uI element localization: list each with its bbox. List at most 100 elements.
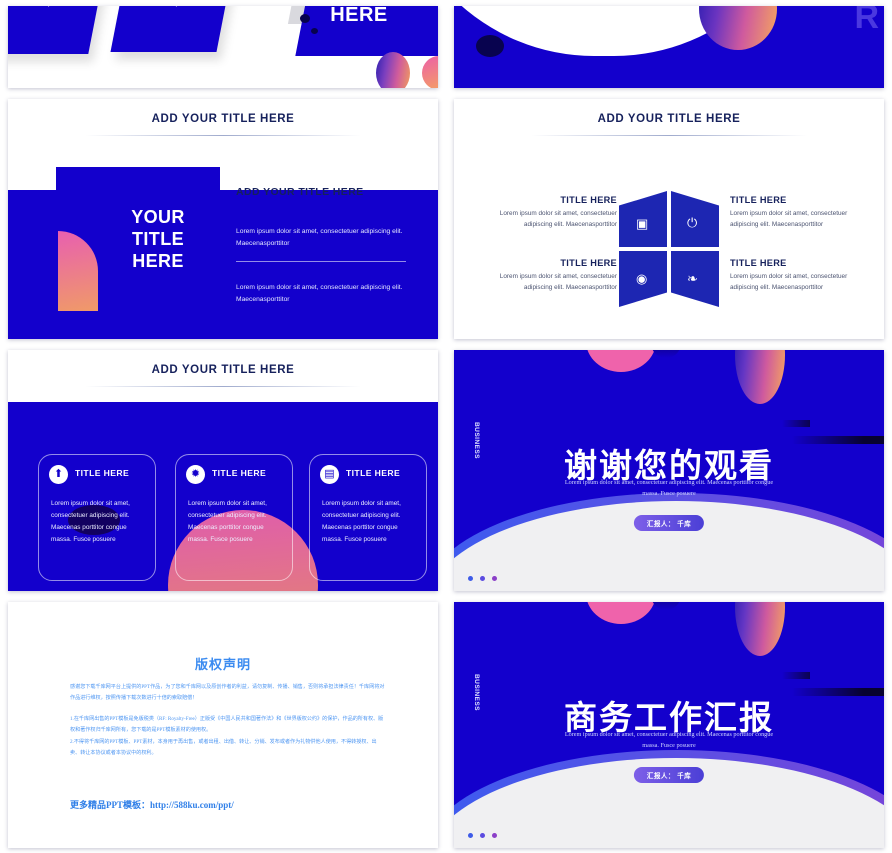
header-divider — [85, 386, 361, 387]
right-paragraph-1: Lorem ipsum dolor sit amet, consectetuer… — [236, 228, 403, 248]
progress-dots[interactable] — [468, 576, 497, 581]
copyright-clause-1: 1.在千库网出售的PPT模板是免版税类（RF: Royalty-Free）正版受… — [70, 715, 384, 734]
slide-cell-1[interactable]: Maecenasporttitor Maecenasporttitor TITL… — [0, 0, 446, 93]
slide-title-line-2: HERE — [330, 6, 388, 26]
progress-dot[interactable] — [468, 833, 473, 838]
dark-blob — [300, 14, 310, 23]
hexagon-graphic: ▣ ⏻ ◉ ❧ — [619, 191, 719, 307]
header-divider — [531, 135, 807, 136]
play-square-icon: ▣ — [636, 216, 649, 231]
globe-icon: ✹ — [186, 465, 205, 484]
slide-thank-you[interactable]: BUSINESS 谢谢您的观看 Lorem ipsum dolor sit am… — [454, 350, 884, 591]
clipboard-icon: ▤ — [320, 465, 339, 484]
power-icon: ⏻ — [687, 215, 698, 230]
slide-cover-title[interactable]: BUSINESS 商务工作汇报 Lorem ipsum dolor sit am… — [454, 602, 884, 848]
hexagon-label-bottom-right: TITLE HERE Lorem ipsum dolor sit amet, c… — [730, 258, 858, 293]
item-body: Lorem ipsum dolor sit amet, consectetuer… — [730, 273, 848, 292]
hexagon-segment-top-right[interactable]: ⏻ — [671, 191, 719, 247]
dark-streak — [782, 420, 810, 427]
item-title: TITLE HERE — [560, 195, 617, 205]
hexagon-segment-bottom-right[interactable]: ❧ — [671, 251, 719, 307]
item-body: Lorem ipsum dolor sit amet, consectetuer… — [730, 210, 848, 229]
dark-streak — [782, 672, 810, 679]
slide-header-title: ADD YOUR TITLE HERE — [597, 113, 741, 125]
more-templates-line[interactable]: 更多精品PPT模板：http://588ku.com/ppt/ — [70, 798, 234, 811]
hexagon-label-top-left: TITLE HERE Lorem ipsum dolor sit amet, c… — [489, 195, 617, 230]
big-title-line-3: HERE — [132, 250, 184, 271]
gradient-sphere — [699, 6, 777, 50]
slide-your-title-here[interactable]: ADD YOUR TITLE HERE YOUR TITLE HERE ADD … — [8, 99, 438, 339]
slide-cell-3[interactable]: ADD YOUR TITLE HERE YOUR TITLE HERE ADD … — [0, 93, 446, 344]
item-title: TITLE HERE — [730, 195, 787, 205]
dark-blob — [476, 35, 504, 57]
slide-copyright-notice[interactable]: 版权声明 感谢您下载千库网平台上提供的PPT作品，为了您和千库网以及原创作者的利… — [8, 602, 438, 848]
item-title: TITLE HERE — [730, 258, 787, 268]
parallelogram-card: Maecenasporttitor — [110, 6, 236, 52]
item-title: TITLE HERE — [560, 258, 617, 268]
presenter-badge[interactable]: 汇报人： 千库 — [633, 767, 705, 783]
right-column-title: ADD YOUR TITLE HERE — [236, 186, 364, 198]
feature-card[interactable]: ▤ TITLE HERE Lorem ipsum dolor sit amet,… — [309, 454, 427, 581]
slide-three-cards[interactable]: ADD YOUR TITLE HERE ⬆ TITLE HERE Lorem i… — [8, 350, 438, 591]
progress-dot[interactable] — [492, 833, 497, 838]
more-templates-label: 更多精品PPT模板： — [70, 800, 150, 810]
slide-cell-8[interactable]: BUSINESS 商务工作汇报 Lorem ipsum dolor sit am… — [446, 596, 892, 853]
feature-card[interactable]: ✹ TITLE HERE Lorem ipsum dolor sit amet,… — [175, 454, 293, 581]
corner-letter-mark: U R — [854, 6, 879, 36]
progress-dot[interactable] — [468, 576, 473, 581]
presenter-badge[interactable]: 汇报人： 千库 — [633, 515, 705, 531]
gradient-circle — [376, 52, 410, 88]
slide-subtitle: Lorem ipsum dolor sit amet, consectetuer… — [564, 731, 774, 749]
gradient-sphere — [735, 350, 785, 404]
parallelogram-card: Maecenasporttitor — [8, 6, 108, 54]
hexagon-segment-bottom-left[interactable]: ◉ — [619, 251, 667, 307]
pink-circle — [586, 602, 656, 624]
progress-dots[interactable] — [468, 833, 497, 838]
parallelogram-card-label: Maecenasporttitor — [8, 6, 98, 7]
progress-dot[interactable] — [492, 576, 497, 581]
gradient-sphere — [735, 602, 785, 656]
progress-dot[interactable] — [480, 833, 485, 838]
slide-cell-6[interactable]: BUSINESS 谢谢您的观看 Lorem ipsum dolor sit am… — [446, 344, 892, 596]
right-paragraph-2: Lorem ipsum dolor sit amet, consectetuer… — [236, 284, 403, 304]
big-title-line-2: TITLE — [132, 228, 184, 249]
card-title: TITLE HERE — [75, 468, 130, 478]
gradient-half-circle — [422, 56, 438, 88]
paragraph-divider — [236, 261, 406, 262]
header-divider — [85, 135, 361, 136]
slide-thumbnail-grid: Maecenasporttitor Maecenasporttitor TITL… — [0, 0, 892, 853]
hexagon-label-bottom-left: TITLE HERE Lorem ipsum dolor sit amet, c… — [489, 258, 617, 293]
slide-header-title: ADD YOUR TITLE HERE — [151, 364, 295, 376]
big-title-line-1: YOUR — [131, 207, 185, 227]
more-templates-url[interactable]: http://588ku.com/ppt/ — [150, 800, 234, 810]
slide-parallelogram-cards[interactable]: Maecenasporttitor Maecenasporttitor TITL… — [8, 6, 438, 88]
slide-big-title: YOUR TITLE HERE — [98, 207, 218, 273]
hexagon-label-top-right: TITLE HERE Lorem ipsum dolor sit amet, c… — [730, 195, 858, 230]
slide-cell-7[interactable]: 版权声明 感谢您下载千库网平台上提供的PPT作品，为了您和千库网以及原创作者的利… — [0, 596, 446, 853]
copyright-title: 版权声明 — [194, 657, 251, 672]
slide-cover-arc[interactable]: U R — [454, 6, 884, 88]
card-body: Lorem ipsum dolor sit amet, consectetuer… — [322, 500, 401, 543]
copyright-body: 感谢您下载千库网平台上提供的PPT作品，为了您和千库网以及原创作者的利益，请勿复… — [70, 682, 386, 760]
leaf-icon: ❧ — [687, 271, 698, 286]
hexagon-segment-top-left[interactable]: ▣ — [619, 191, 667, 247]
feature-card[interactable]: ⬆ TITLE HERE Lorem ipsum dolor sit amet,… — [38, 454, 156, 581]
parallelogram-card-label: Maecenasporttitor — [120, 6, 226, 7]
item-body: Lorem ipsum dolor sit amet, consectetuer… — [499, 273, 617, 292]
item-body: Lorem ipsum dolor sit amet, consectetuer… — [499, 210, 617, 229]
slide-hexagon-diagram[interactable]: ADD YOUR TITLE HERE ▣ ⏻ ◉ ❧ TITLE HERE L… — [454, 99, 884, 339]
dark-blob — [311, 28, 318, 34]
progress-dot[interactable] — [480, 576, 485, 581]
slide-cell-4[interactable]: ADD YOUR TITLE HERE ▣ ⏻ ◉ ❧ TITLE HERE L… — [446, 93, 892, 344]
slide-subtitle: Lorem ipsum dolor sit amet, consectetuer… — [564, 479, 774, 497]
slide-title: TITLE HERE — [304, 6, 414, 26]
card-title: TITLE HERE — [212, 468, 267, 478]
corner-letter-line-2: R — [854, 6, 879, 36]
copyright-intro: 感谢您下载千库网平台上提供的PPT作品，为了您和千库网以及原创作者的利益，请勿复… — [70, 684, 385, 702]
copyright-clause-2: 2.不得将千库网的PPT模板、PPT素材，本身用于再出售，或者出租、出借、转让、… — [70, 738, 377, 757]
slide-cell-5[interactable]: ADD YOUR TITLE HERE ⬆ TITLE HERE Lorem i… — [0, 344, 446, 596]
play-circle-icon: ◉ — [636, 271, 648, 286]
slide-header-title: ADD YOUR TITLE HERE — [151, 113, 295, 125]
slide-cell-2[interactable]: U R — [446, 0, 892, 93]
